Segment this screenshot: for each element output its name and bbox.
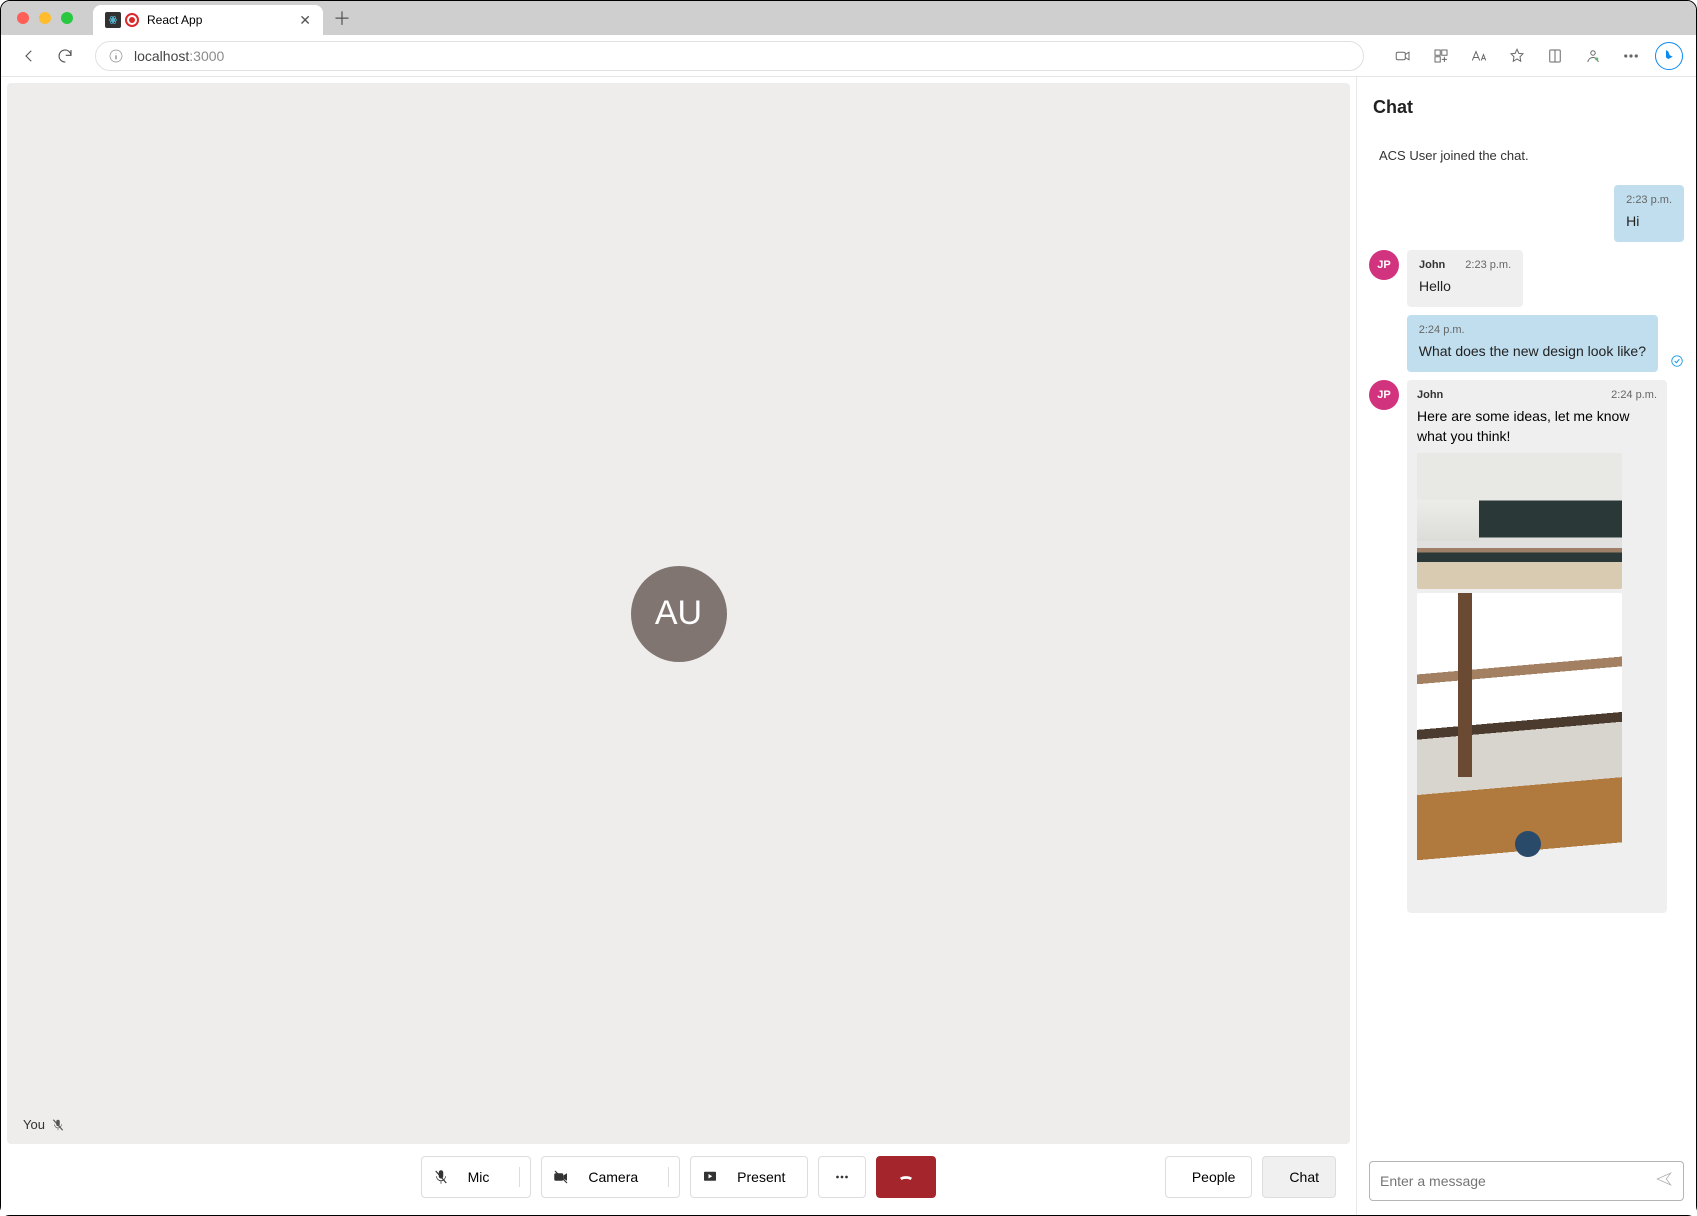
mic-off-icon [432, 1168, 450, 1186]
message-bubble[interactable]: John 2:24 p.m. Here are some ideas, let … [1407, 380, 1667, 913]
message-bubble[interactable]: 2:23 p.m. Hi [1614, 185, 1684, 242]
mic-muted-icon [51, 1118, 65, 1132]
attachment-image-living-room[interactable] [1417, 593, 1622, 901]
chat-message-input[interactable] [1380, 1173, 1655, 1189]
chat-messages-list: ACS User joined the chat. 2:23 p.m. Hi J… [1357, 128, 1696, 1151]
present-icon [701, 1168, 719, 1186]
side-panel-controls: People Chat [1165, 1156, 1336, 1198]
message-time: 2:24 p.m. [1611, 388, 1657, 403]
message-sender: John [1419, 258, 1445, 273]
new-tab-button[interactable]: ＋ [333, 5, 351, 31]
chat-panel: Chat ACS User joined the chat. 2:23 p.m.… [1356, 77, 1696, 1215]
message-text: Hello [1419, 277, 1511, 297]
tab-favicon [105, 12, 139, 28]
video-area: AU You Mic Camera Present [1, 77, 1356, 1215]
more-options-icon[interactable] [1616, 41, 1646, 71]
window-minimize-button[interactable] [39, 12, 51, 24]
message-bubble[interactable]: John 2:23 p.m. Hello [1407, 250, 1523, 307]
people-panel-button[interactable]: People [1165, 1156, 1253, 1198]
avatar-initials: AU [655, 594, 702, 633]
camera-toggle-button[interactable]: Camera [541, 1156, 680, 1198]
message-time: 2:24 p.m. [1419, 323, 1465, 338]
message-outgoing: 2:23 p.m. Hi [1369, 185, 1684, 242]
toolbar-actions [1388, 41, 1684, 71]
sender-avatar: JP [1369, 250, 1399, 280]
back-button[interactable] [13, 40, 45, 72]
sender-avatar: JP [1369, 380, 1399, 410]
collections-icon[interactable] [1540, 41, 1570, 71]
window-close-button[interactable] [17, 12, 29, 24]
extensions-icon[interactable] [1426, 41, 1456, 71]
message-time: 2:23 p.m. [1626, 193, 1672, 208]
message-time: 2:23 p.m. [1465, 258, 1511, 273]
attachment-image-kitchen[interactable] [1417, 453, 1622, 589]
video-call-icon[interactable] [1388, 41, 1418, 71]
more-icon [833, 1168, 851, 1186]
app-container: AU You Mic Camera Present [1, 77, 1696, 1215]
profile-icon[interactable] [1578, 41, 1608, 71]
browser-tab-bar: React App ✕ ＋ [1, 1, 1696, 35]
present-button[interactable]: Present [690, 1156, 808, 1198]
browser-tab[interactable]: React App ✕ [93, 5, 323, 35]
react-favicon-icon [105, 12, 121, 28]
window-maximize-button[interactable] [61, 12, 73, 24]
hangup-button[interactable] [876, 1156, 936, 1198]
address-bar[interactable]: localhost:3000 [95, 41, 1364, 71]
message-text: Here are some ideas, let me know what yo… [1417, 407, 1657, 446]
message-attachments [1417, 453, 1657, 901]
participant-avatar: AU [631, 566, 727, 662]
hangup-icon [897, 1168, 915, 1186]
chat-title: Chat [1357, 77, 1696, 128]
message-incoming: JP John 2:23 p.m. Hello [1369, 250, 1684, 307]
chat-input-container [1369, 1161, 1684, 1201]
self-video-label: You [23, 1117, 65, 1132]
message-bubble[interactable]: 2:24 p.m. What does the new design look … [1407, 315, 1658, 372]
url-text: localhost:3000 [134, 48, 224, 64]
message-text: Hi [1626, 212, 1672, 232]
site-info-icon [108, 48, 124, 64]
tab-title: React App [147, 13, 202, 27]
text-size-icon[interactable] [1464, 41, 1494, 71]
message-text: What does the new design look like? [1419, 342, 1646, 362]
send-icon [1655, 1170, 1673, 1188]
more-call-options-button[interactable] [818, 1156, 866, 1198]
message-sender: John [1417, 388, 1443, 403]
camera-off-icon [552, 1168, 570, 1186]
read-receipt-icon [1670, 354, 1684, 368]
favorites-icon[interactable] [1502, 41, 1532, 71]
browser-toolbar: localhost:3000 [1, 35, 1696, 77]
bing-chat-button[interactable] [1654, 41, 1684, 71]
chat-panel-button[interactable]: Chat [1262, 1156, 1336, 1198]
refresh-button[interactable] [49, 40, 81, 72]
call-controls: Mic Camera Present People [7, 1144, 1350, 1209]
send-button[interactable] [1655, 1170, 1673, 1193]
tab-close-button[interactable]: ✕ [299, 12, 311, 29]
message-outgoing: 2:24 p.m. What does the new design look … [1369, 315, 1684, 372]
mic-toggle-button[interactable]: Mic [421, 1156, 532, 1198]
message-incoming: JP John 2:24 p.m. Here are some ideas, l… [1369, 380, 1684, 913]
video-stage: AU You [7, 83, 1350, 1144]
window-controls [17, 12, 73, 24]
system-message: ACS User joined the chat. [1369, 134, 1684, 177]
recording-indicator-icon [125, 13, 139, 27]
